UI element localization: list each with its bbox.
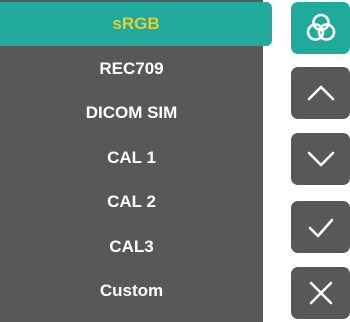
checkmark-icon: [308, 218, 333, 238]
menu-item-dicom-sim[interactable]: DICOM SIM: [0, 91, 263, 135]
menu-item-label: CAL 2: [107, 192, 156, 211]
menu-item-cal-1[interactable]: CAL 1: [0, 136, 263, 180]
color-circles-icon: [306, 13, 335, 41]
down-button[interactable]: [291, 133, 350, 185]
menu-item-label: REC709: [99, 59, 164, 78]
menu-item-label: sRGB: [112, 14, 160, 33]
menu-item-cal3[interactable]: CAL3: [0, 225, 263, 269]
menu-item-label: Custom: [99, 281, 164, 300]
menu-item-cal-2[interactable]: CAL 2: [0, 180, 263, 224]
up-button[interactable]: [291, 67, 350, 119]
close-icon: [309, 281, 332, 305]
menu-item-custom[interactable]: Custom: [0, 269, 263, 313]
color-mode-menu: sRGB REC709 DICOM SIM CAL 1 CAL 2 CAL3 C…: [0, 0, 272, 322]
confirm-button[interactable]: [291, 201, 350, 253]
color-mode-button[interactable]: [291, 2, 350, 54]
menu-item-label: CAL 1: [107, 148, 156, 167]
menu-item-label: DICOM SIM: [85, 103, 178, 122]
menu-item-srgb[interactable]: sRGB: [0, 2, 272, 46]
menu-item-label: CAL3: [109, 237, 154, 256]
menu-item-rec709[interactable]: REC709: [0, 47, 263, 91]
close-button[interactable]: [291, 267, 350, 319]
chevron-up-icon: [307, 85, 334, 101]
chevron-down-icon: [307, 151, 334, 167]
